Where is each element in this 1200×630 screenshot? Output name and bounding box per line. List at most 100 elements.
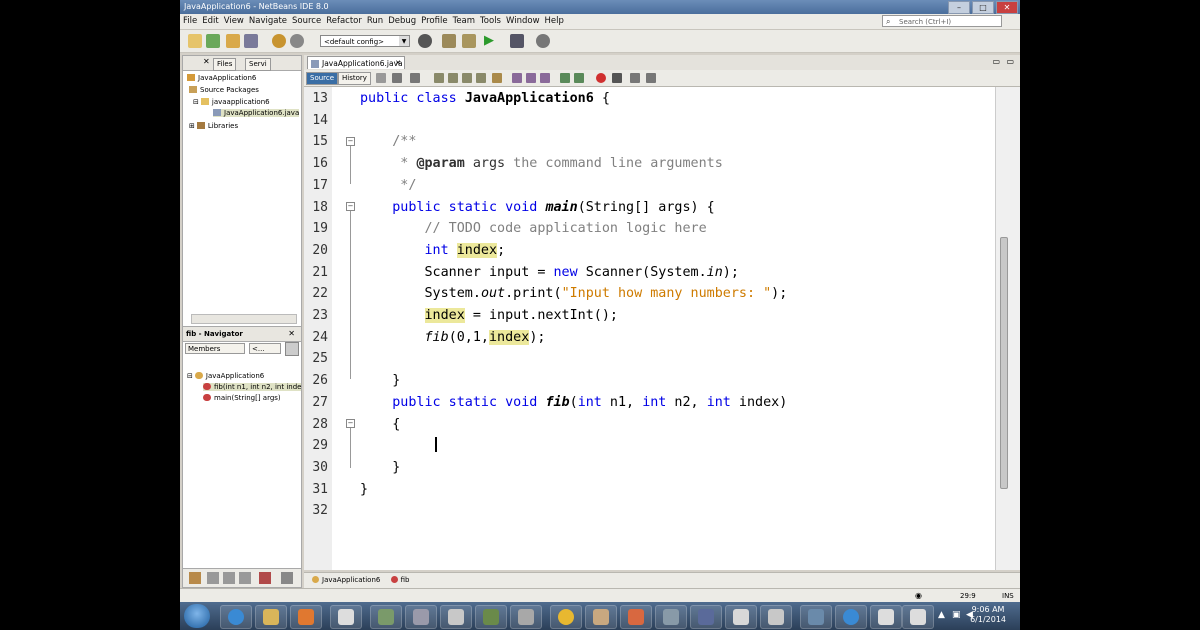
menu-debug[interactable]: Debug — [388, 16, 416, 26]
close-icon[interactable]: ✕ — [203, 57, 210, 66]
sort-icon[interactable] — [281, 572, 293, 584]
new-file-icon[interactable] — [188, 34, 202, 48]
next-bookmark-icon[interactable] — [526, 73, 536, 83]
fold-collapse-icon[interactable]: − — [346, 419, 355, 428]
menu-window[interactable]: Window — [506, 16, 540, 26]
uncomment-icon[interactable] — [646, 73, 656, 83]
globe-icon[interactable] — [418, 34, 432, 48]
taskbar-app-button[interactable] — [510, 605, 542, 629]
tab-java-file[interactable]: JavaApplication6.java ✕ — [307, 56, 405, 69]
menu-refactor[interactable]: Refactor — [326, 16, 362, 26]
taskbar-app-button[interactable] — [620, 605, 652, 629]
taskbar-app-button[interactable] — [760, 605, 792, 629]
inherited-icon[interactable] — [259, 572, 271, 584]
clean-build-icon[interactable] — [462, 34, 476, 48]
start-button[interactable] — [184, 604, 210, 628]
profile-icon[interactable] — [536, 34, 550, 48]
filter-select[interactable]: <... — [249, 343, 281, 354]
nav-item-main[interactable]: main(String[] args) — [203, 394, 281, 402]
taskbar-ie-button[interactable] — [835, 605, 867, 629]
taskbar-explorer-button[interactable] — [255, 605, 287, 629]
members-select[interactable]: Members — [185, 343, 245, 354]
menu-tools[interactable]: Tools — [480, 16, 501, 26]
settings-icon[interactable] — [189, 572, 201, 584]
tab-source[interactable]: Source — [306, 72, 339, 85]
breadcrumb-method[interactable]: fib — [390, 576, 409, 584]
redo-icon[interactable] — [290, 34, 304, 48]
tree-item-source-packages[interactable]: Source Packages — [189, 86, 259, 94]
tree-item-project[interactable]: JavaApplication6 — [187, 74, 256, 82]
taskbar-app-button[interactable] — [440, 605, 472, 629]
menu-source[interactable]: Source — [292, 16, 321, 26]
vertical-scrollbar[interactable] — [995, 87, 1020, 570]
menu-run[interactable]: Run — [367, 16, 383, 26]
filter-icon[interactable] — [285, 342, 299, 356]
save-all-icon[interactable] — [244, 34, 258, 48]
menu-file[interactable]: File — [183, 16, 197, 26]
maximize-button[interactable]: □ — [972, 1, 994, 14]
breadcrumb-class[interactable]: JavaApplication6 — [312, 576, 380, 584]
tab-list-icon[interactable]: ▭ — [992, 57, 1000, 66]
comment-icon[interactable] — [630, 73, 640, 83]
menu-team[interactable]: Team — [453, 16, 475, 26]
close-icon[interactable]: ✕ — [395, 57, 401, 70]
taskbar-app-button[interactable] — [370, 605, 402, 629]
fold-collapse-icon[interactable]: − — [346, 137, 355, 146]
taskbar-media-button[interactable] — [290, 605, 322, 629]
find-prev-icon[interactable] — [448, 73, 458, 83]
taskbar-app-button[interactable] — [902, 605, 934, 629]
code-editor[interactable]: public class JavaApplication6 { /** * @p… — [360, 87, 995, 570]
new-project-icon[interactable] — [206, 34, 220, 48]
nav-item-class[interactable]: ⊟ JavaApplication6 — [187, 372, 264, 380]
menu-edit[interactable]: Edit — [202, 16, 218, 26]
shift-right-icon[interactable] — [574, 73, 584, 83]
back-icon[interactable] — [392, 73, 402, 83]
tree-item-libraries[interactable]: ⊞ Libraries — [189, 122, 238, 130]
network-tray-icon[interactable]: ▣ — [952, 610, 961, 620]
taskbar-app-button[interactable] — [475, 605, 507, 629]
open-project-icon[interactable] — [226, 34, 240, 48]
menu-view[interactable]: View — [224, 16, 244, 26]
config-select[interactable]: <default config> ▼ — [320, 35, 410, 47]
maximize-icon[interactable]: ▭ — [1006, 57, 1014, 66]
taskbar-app-button[interactable] — [585, 605, 617, 629]
record-macro-icon[interactable] — [596, 73, 606, 83]
menu-profile[interactable]: Profile — [421, 16, 447, 26]
tab-services[interactable]: Servi — [245, 58, 271, 71]
notification-icon[interactable]: ◉ — [915, 589, 922, 603]
find-icon[interactable] — [434, 73, 444, 83]
close-button[interactable]: ✕ — [996, 1, 1018, 14]
horizontal-scrollbar[interactable] — [191, 314, 297, 324]
fold-collapse-icon[interactable]: − — [346, 202, 355, 211]
run-icon[interactable]: ▶ — [484, 34, 498, 48]
taskbar-app-button[interactable] — [870, 605, 902, 629]
shift-left-icon[interactable] — [560, 73, 570, 83]
fields-icon[interactable] — [207, 572, 219, 584]
toggle-highlight-icon[interactable] — [476, 73, 486, 83]
minimize-button[interactable]: – — [948, 1, 970, 14]
nav-item-fib[interactable]: fib(int n1, int n2, int inde — [203, 383, 302, 391]
toggle-rect-select-icon[interactable] — [492, 73, 502, 83]
taskbar-app-button[interactable] — [655, 605, 687, 629]
tray-arrow-icon[interactable]: ▲ — [938, 610, 945, 620]
taskbar-app-button[interactable] — [800, 605, 832, 629]
taskbar-calculator-button[interactable] — [405, 605, 437, 629]
menu-navigate[interactable]: Navigate — [249, 16, 287, 26]
tree-item-package[interactable]: ⊟ javaapplication6 — [193, 98, 270, 106]
find-next-icon[interactable] — [462, 73, 472, 83]
taskbar-app-button[interactable] — [330, 605, 362, 629]
toggle-bookmark-icon[interactable] — [540, 73, 550, 83]
tree-item-java-file[interactable]: JavaApplication6.java — [213, 109, 300, 117]
tab-history[interactable]: History — [338, 72, 371, 85]
close-icon[interactable]: ✕ — [288, 327, 295, 341]
static-icon[interactable] — [223, 572, 235, 584]
taskbar-app-button[interactable] — [725, 605, 757, 629]
tab-files[interactable]: Files — [213, 58, 237, 71]
clock[interactable]: 9:06 AM 6/1/2014 — [970, 605, 1006, 625]
prev-bookmark-icon[interactable] — [512, 73, 522, 83]
hammer-icon[interactable] — [442, 34, 456, 48]
menu-help[interactable]: Help — [545, 16, 564, 26]
search-input[interactable]: ⌕ Search (Ctrl+I) — [882, 15, 1002, 27]
taskbar-app-button[interactable] — [690, 605, 722, 629]
last-edit-icon[interactable] — [376, 73, 386, 83]
